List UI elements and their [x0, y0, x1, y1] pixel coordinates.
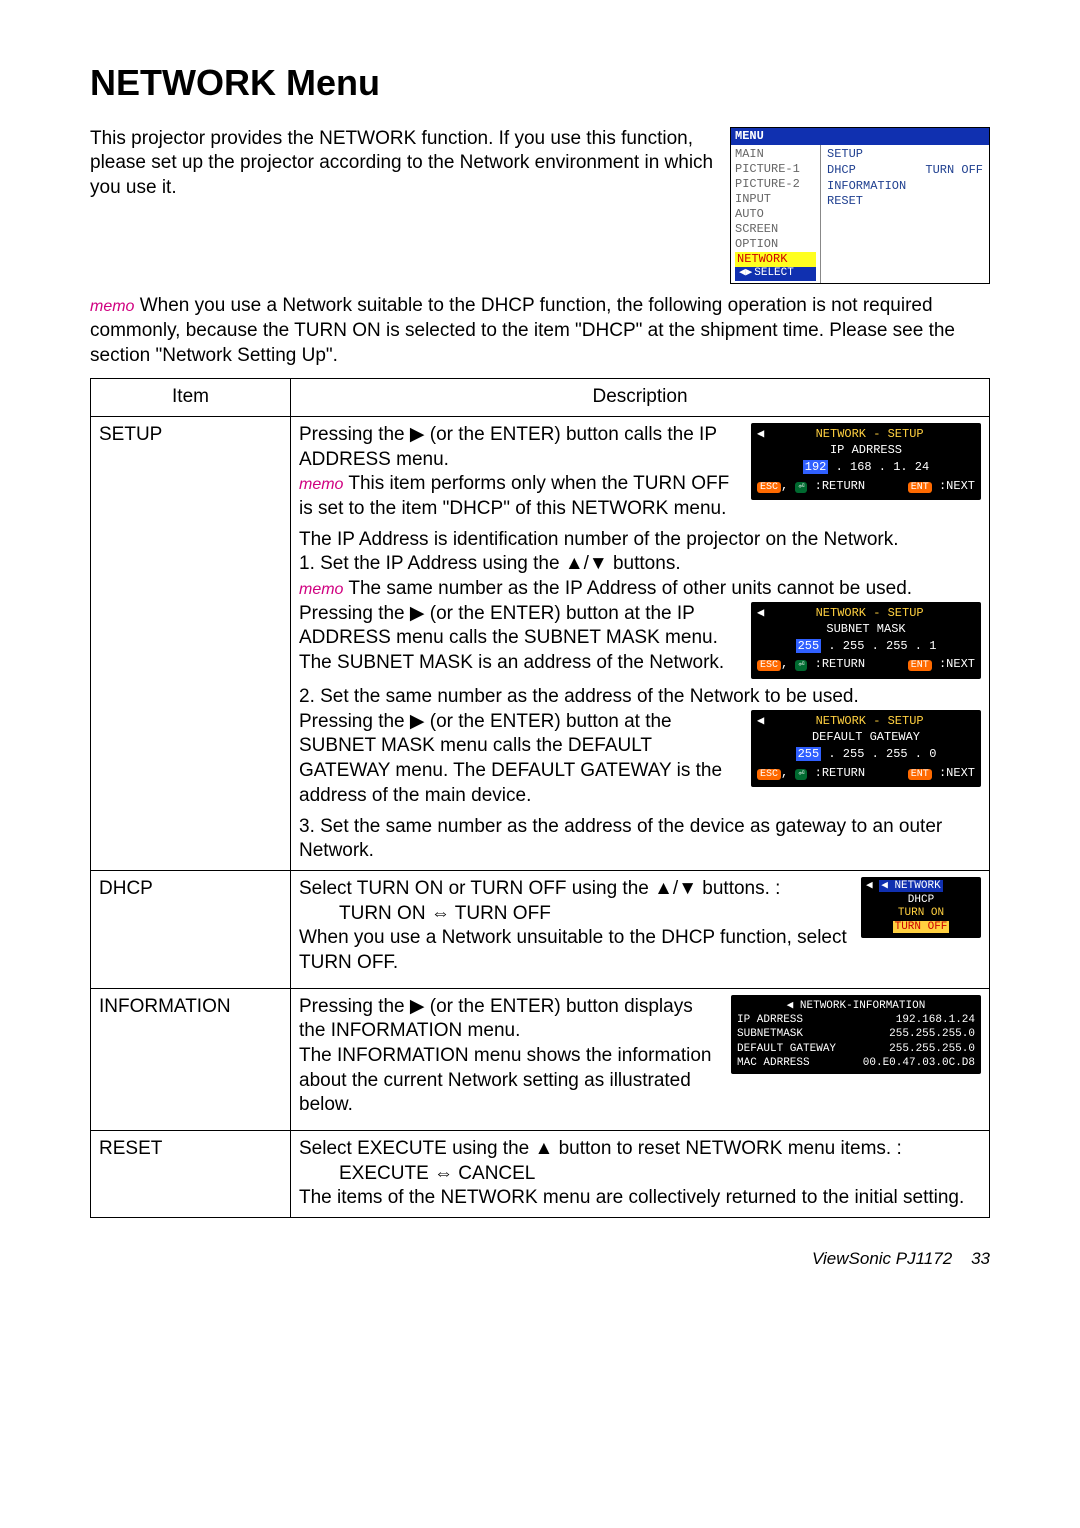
menu-left-item: SCREEN [735, 222, 816, 237]
left-triangle-icon: ◀ [757, 714, 764, 730]
page-title: NETWORK Menu [90, 60, 990, 107]
reset-p3: The items of the NETWORK menu are collec… [299, 1186, 981, 1211]
table-row: RESET Select EXECUTE using the ▲ button … [91, 1131, 990, 1218]
setup-p7: 3. Set the same number as the address of… [299, 815, 981, 864]
setup-p2: The IP Address is identification number … [299, 528, 981, 553]
info-p2: The INFORMATION menu shows the informati… [299, 1044, 721, 1118]
setup-p3-memo: memo The same number as the IP Address o… [299, 577, 981, 602]
table-row: DHCP Select TURN ON or TURN OFF using th… [91, 870, 990, 988]
menu-right-label: SETUP [827, 147, 863, 163]
cell-item: INFORMATION [91, 988, 291, 1130]
setup-p5: 2. Set the same number as the address of… [299, 685, 981, 710]
menu-left-select: ◀▶SELECT [735, 267, 816, 281]
left-triangle-icon: ◀ [866, 880, 873, 892]
cell-desc: Select EXECUTE using the ▲ button to res… [291, 1131, 990, 1218]
reset-p2: EXECUTE ⇔ CANCEL [299, 1162, 981, 1187]
table-row: SETUP Pressing the ▶ (or the ENTER) butt… [91, 416, 990, 870]
left-triangle-icon: ◀ [757, 606, 764, 622]
cell-desc: Pressing the ▶ (or the ENTER) button cal… [291, 416, 990, 870]
left-triangle-icon: ◀ [757, 427, 764, 443]
reset-p1: Select EXECUTE using the ▲ button to res… [299, 1137, 981, 1162]
setup-p1-memo: memo This item performs only when the TU… [299, 472, 741, 521]
menu-left-item: INPUT [735, 192, 816, 207]
setup-p4: Pressing the ▶ (or the ENTER) button at … [299, 602, 741, 676]
table-head-item: Item [91, 379, 291, 417]
osd-ip-address: ◀NETWORK - SETUP IP ADRRESS 192 . 168 . … [751, 423, 981, 500]
cell-item: SETUP [91, 416, 291, 870]
dhcp-p3: When you use a Network unsuitable to the… [299, 926, 851, 975]
memo-paragraph: memo When you use a Network suitable to … [90, 294, 990, 368]
dhcp-p2: TURN ON ⇔ TURN OFF [299, 902, 851, 927]
menu-thumb-header: MENU [731, 128, 989, 146]
cell-item: DHCP [91, 870, 291, 988]
setup-p1: Pressing the ▶ (or the ENTER) button cal… [299, 423, 741, 472]
menu-left-item: PICTURE-1 [735, 162, 816, 177]
menu-thumbnail: MENU MAIN PICTURE-1 PICTURE-2 INPUT AUTO… [730, 127, 990, 284]
cell-item: RESET [91, 1131, 291, 1218]
dhcp-p1: Select TURN ON or TURN OFF using the ▲/▼… [299, 877, 851, 902]
osd-default-gateway: ◀NETWORK - SETUP DEFAULT GATEWAY 255 . 2… [751, 710, 981, 787]
info-p1: Pressing the ▶ (or the ENTER) button dis… [299, 995, 721, 1044]
menu-left-item: AUTO [735, 207, 816, 222]
menu-right-label: DHCP [827, 163, 856, 179]
table-row: INFORMATION Pressing the ▶ (or the ENTER… [91, 988, 990, 1130]
osd-subnet-mask: ◀NETWORK - SETUP SUBNET MASK 255 . 255 .… [751, 602, 981, 679]
network-table: Item Description SETUP Pressing the ▶ (o… [90, 378, 990, 1218]
menu-right-label: INFORMATION [827, 179, 906, 195]
osd-dhcp: ◀ ◀ NETWORK DHCP TURN ON TURN OFF [861, 877, 981, 938]
setup-p6: Pressing the ▶ (or the ENTER) button at … [299, 710, 741, 809]
intro-paragraph: This projector provides the NETWORK func… [90, 127, 718, 201]
menu-thumb-left: MAIN PICTURE-1 PICTURE-2 INPUT AUTO SCRE… [731, 145, 821, 283]
osd-network-info: ◀ NETWORK-INFORMATION IP ADRRESS192.168.… [731, 995, 981, 1074]
cell-desc: Select TURN ON or TURN OFF using the ▲/▼… [291, 870, 990, 988]
table-head-desc: Description [291, 379, 990, 417]
setup-p3: 1. Set the IP Address using the ▲/▼ butt… [299, 552, 981, 577]
menu-left-item: MAIN [735, 147, 816, 162]
menu-right-label: RESET [827, 194, 863, 210]
page-footer: ViewSonic PJ1172 33 [90, 1248, 990, 1270]
memo-label: memo [90, 298, 134, 315]
cell-desc: Pressing the ▶ (or the ENTER) button dis… [291, 988, 990, 1130]
menu-left-item: PICTURE-2 [735, 177, 816, 192]
menu-thumb-right: SETUP DHCPTURN OFF INFORMATION RESET [821, 145, 989, 283]
menu-left-network: NETWORK [735, 252, 816, 267]
menu-left-item: OPTION [735, 237, 816, 252]
